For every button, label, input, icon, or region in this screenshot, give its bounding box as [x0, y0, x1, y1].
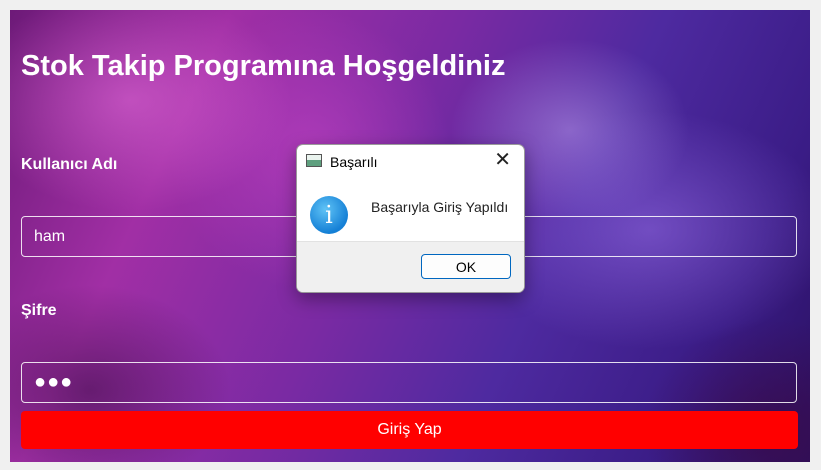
ok-button[interactable]: OK	[421, 254, 511, 279]
success-dialog: Başarılı ✕ i Başarıyla Giriş Yapıldı OK	[296, 144, 525, 293]
close-icon[interactable]: ✕	[494, 150, 511, 170]
username-label: Kullanıcı Adı	[21, 156, 118, 173]
info-icon: i	[310, 196, 348, 234]
dialog-titlebar[interactable]: Başarılı ✕	[297, 145, 524, 179]
password-value: ●●●	[34, 371, 74, 393]
dialog-footer: OK	[297, 241, 524, 292]
app-icon	[306, 154, 322, 167]
username-value: ham	[34, 227, 66, 245]
page-title: Stok Takip Programına Hoşgeldiniz	[21, 50, 506, 82]
dialog-message: Başarıyla Giriş Yapıldı	[371, 199, 509, 215]
password-input[interactable]: ●●●	[21, 362, 797, 403]
password-label: Şifre	[21, 302, 57, 319]
dialog-title: Başarılı	[330, 154, 378, 170]
login-button[interactable]: Giriş Yap	[21, 411, 798, 449]
